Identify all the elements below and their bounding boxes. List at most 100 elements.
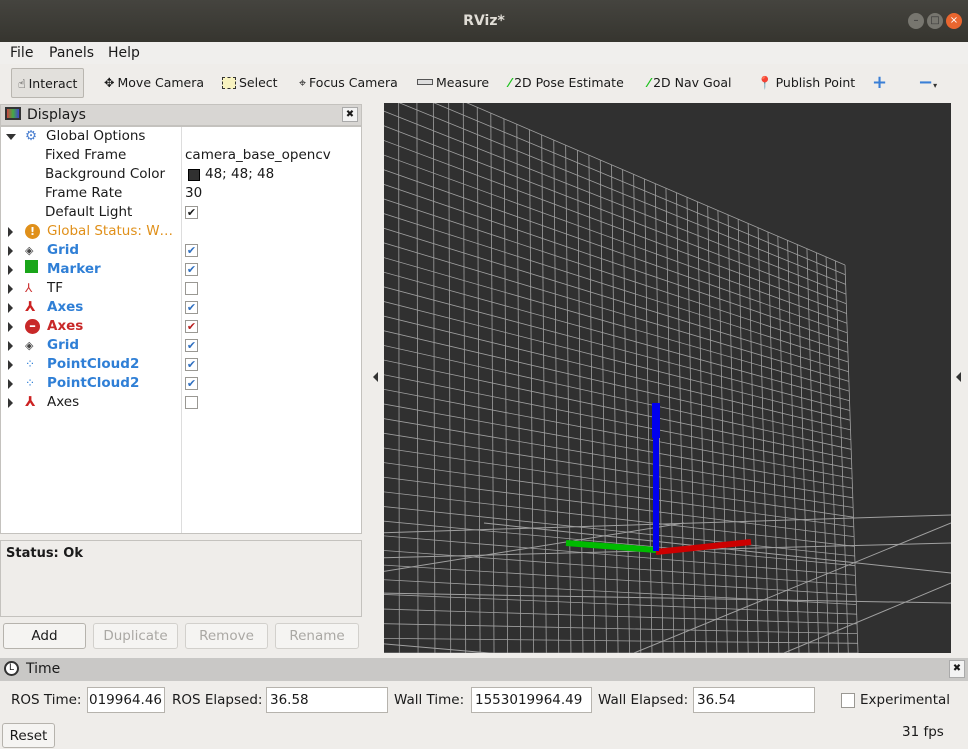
tool-move-camera[interactable]: ✥ Move Camera	[104, 68, 204, 98]
remove-tool-button[interactable]: −▾	[918, 68, 937, 98]
expand-arrow-icon[interactable]	[8, 379, 13, 389]
gear-icon: ⚙	[25, 128, 38, 144]
display-item-checkbox[interactable]: ✔	[185, 339, 198, 352]
menu-panels[interactable]: Panels	[49, 45, 94, 61]
wall-grid-line	[416, 103, 419, 653]
collapse-right-arrow-icon[interactable]	[956, 372, 961, 382]
reset-button[interactable]: Reset	[2, 723, 55, 748]
expand-arrow-icon[interactable]	[8, 284, 13, 294]
displays-tree[interactable]: ⚙ Global Options Fixed Frame camera_base_op…	[0, 126, 362, 534]
ros-time-label: ROS Time:	[11, 692, 82, 708]
maximize-button[interactable]: □	[927, 13, 943, 29]
tool-measure[interactable]: Measure	[417, 68, 489, 98]
default-light-checkbox[interactable]: ✔	[185, 206, 198, 219]
display-item-label[interactable]: PointCloud2	[47, 374, 139, 393]
tool-select[interactable]: Select	[222, 68, 278, 98]
ros-elapsed-field[interactable]: 36.58	[266, 687, 388, 713]
tool-2d-pose-estimate[interactable]: ⁄ 2D Pose Estimate	[509, 68, 624, 98]
add-button[interactable]: Add	[3, 623, 86, 649]
display-item-checkbox[interactable]: ✔	[185, 301, 198, 314]
expand-arrow-icon[interactable]	[8, 341, 13, 351]
color-swatch[interactable]	[188, 169, 200, 181]
display-item-label[interactable]: TF	[47, 279, 63, 298]
display-item-label[interactable]: Grid	[47, 241, 79, 260]
wall-grid-line	[384, 110, 847, 295]
property-name: Default Light	[45, 204, 133, 220]
display-item-label[interactable]: Axes	[47, 393, 79, 412]
display-item-label[interactable]: PointCloud2	[47, 355, 139, 374]
display-item-checkbox[interactable]: ✔	[185, 377, 198, 390]
collapse-left-arrow-icon[interactable]	[373, 372, 378, 382]
menu-file[interactable]: File	[10, 45, 33, 61]
display-item-label[interactable]: Grid	[47, 336, 79, 355]
scene-render	[384, 103, 951, 653]
expand-arrow-icon[interactable]	[8, 398, 13, 408]
close-button[interactable]: ×	[946, 13, 962, 29]
tool-publish-point[interactable]: 📍 Publish Point	[757, 68, 855, 98]
clock-icon: L	[4, 661, 19, 676]
rename-button[interactable]: Rename	[275, 623, 359, 649]
green-arrow-icon: ⁄	[648, 75, 651, 90]
display-item-checkbox[interactable]: ✔	[185, 358, 198, 371]
time-panel-header: L Time ✖	[0, 658, 968, 681]
select-icon	[222, 77, 236, 89]
fps-label: 31 fps	[902, 724, 944, 740]
tool-interact[interactable]: ☝ Interact	[11, 68, 85, 98]
toolbar: ☝ Interact ✥ Move Camera Select ⌖ Focus Cam…	[0, 65, 968, 101]
display-item-label[interactable]: Axes	[47, 317, 83, 336]
add-tool-button[interactable]: +	[872, 68, 887, 98]
expand-arrow-icon[interactable]	[8, 360, 13, 370]
collapse-arrow-icon[interactable]	[6, 134, 16, 140]
3d-viewport[interactable]	[384, 103, 951, 653]
duplicate-button[interactable]: Duplicate	[93, 623, 178, 649]
close-panel-button[interactable]: ✖	[342, 107, 358, 122]
close-time-panel-button[interactable]: ✖	[949, 660, 965, 678]
property-value[interactable]: 30	[185, 184, 202, 203]
wall-grid-line	[384, 623, 858, 634]
tool-2d-nav-goal[interactable]: ⁄ 2D Nav Goal	[648, 68, 732, 98]
property-value[interactable]: camera_base_opencv	[185, 146, 331, 165]
wall-elapsed-label: Wall Elapsed:	[598, 692, 689, 708]
display-item-checkbox[interactable]	[185, 282, 198, 295]
experimental-checkbox[interactable]	[841, 693, 855, 708]
display-item-label[interactable]: Axes	[47, 298, 83, 317]
focus-icon: ⌖	[299, 75, 307, 90]
wall-grid-line	[384, 198, 849, 353]
remove-button[interactable]: Remove	[185, 623, 268, 649]
green-arrow-icon: ⁄	[509, 75, 512, 90]
wall-grid-line	[432, 103, 436, 653]
error-icon: –	[25, 317, 40, 336]
wall-time-field[interactable]: 1553019964.49	[471, 687, 592, 713]
display-item-checkbox[interactable]: ✔	[185, 320, 198, 333]
expand-arrow-icon[interactable]	[8, 227, 13, 237]
display-item-checkbox[interactable]	[185, 396, 198, 409]
wall-elapsed-field[interactable]: 36.54	[693, 687, 815, 713]
cube-icon	[25, 260, 38, 279]
wall-grid-line	[384, 140, 847, 314]
window-title: RViz*	[463, 13, 505, 29]
pointcloud-icon: ⁘	[25, 376, 36, 390]
property-name: Background Color	[45, 166, 166, 182]
ros-time-field[interactable]: 019964.46	[87, 687, 165, 713]
expand-arrow-icon[interactable]	[8, 246, 13, 256]
minimize-button[interactable]: –	[908, 13, 924, 29]
global-options-label[interactable]: Global Options	[46, 127, 145, 146]
expand-arrow-icon[interactable]	[8, 265, 13, 275]
display-item-label[interactable]: Marker	[47, 260, 101, 279]
tool-focus-camera[interactable]: ⌖ Focus Camera	[299, 68, 398, 98]
floor-grid-line	[384, 643, 496, 653]
property-name: Fixed Frame	[45, 147, 127, 163]
menu-help[interactable]: Help	[108, 45, 140, 61]
monitor-icon	[5, 107, 21, 120]
expand-arrow-icon[interactable]	[8, 303, 13, 313]
display-item-checkbox[interactable]: ✔	[185, 263, 198, 276]
displays-title: Displays	[27, 107, 86, 123]
wall-time-label: Wall Time:	[394, 692, 465, 708]
tf-icon: ⅄	[25, 281, 33, 295]
wall-grid-line	[466, 103, 846, 266]
global-status[interactable]: Global Status: W…	[47, 222, 173, 241]
menu-bar: File Panels Help	[0, 42, 968, 64]
property-value[interactable]: 48; 48; 48	[205, 165, 274, 184]
expand-arrow-icon[interactable]	[8, 322, 13, 332]
display-item-checkbox[interactable]: ✔	[185, 244, 198, 257]
